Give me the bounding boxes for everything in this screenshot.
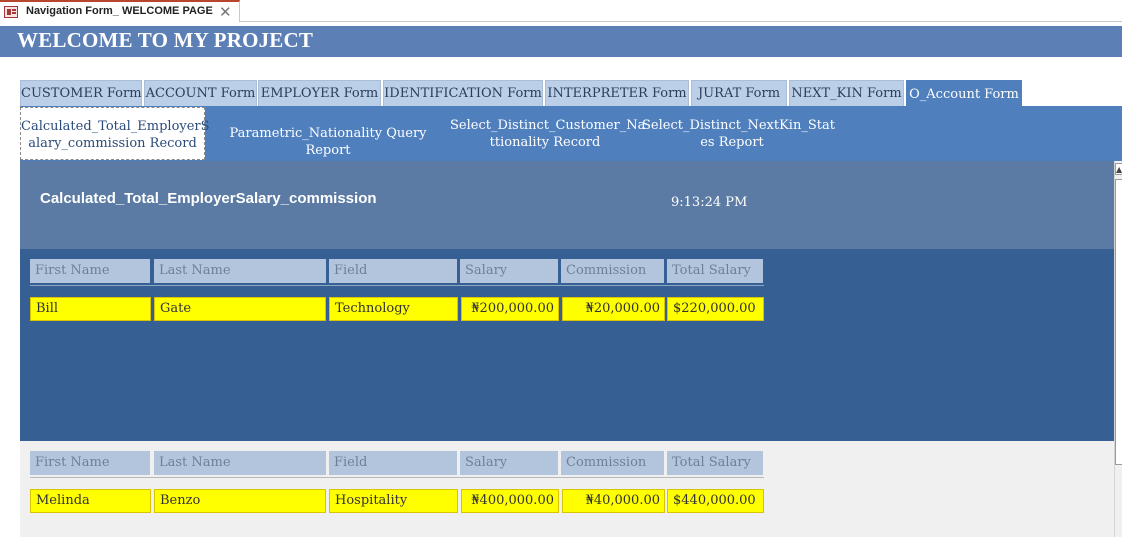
tab-next-kin-form[interactable]: NEXT_KIN Form: [789, 80, 904, 106]
page-title: WELCOME TO MY PROJECT: [17, 28, 314, 52]
tab-account-form[interactable]: ACCOUNT Form: [144, 80, 257, 106]
form-icon: [4, 6, 18, 18]
sub-navigation: Calculated_Total_EmployerS alary_commiss…: [20, 106, 1122, 161]
report-record: First Name Last Name Field Salary Commis…: [20, 441, 1114, 537]
scroll-thumb[interactable]: [1115, 179, 1122, 465]
column-header-salary: Salary: [460, 259, 558, 283]
column-header-salary: Salary: [460, 451, 558, 475]
scroll-up-icon[interactable]: ▲: [1115, 163, 1122, 175]
tab-o-account-form[interactable]: O_Account Form: [906, 80, 1022, 106]
tab-customer-form[interactable]: CUSTOMER Form: [20, 80, 142, 106]
report-time: 9:13:24 PM: [671, 195, 748, 210]
header-band: WELCOME TO MY PROJECT: [0, 26, 1122, 57]
column-header-last-name: Last Name: [154, 259, 326, 283]
header-divider: [30, 477, 764, 478]
vertical-scrollbar[interactable]: ▲: [1114, 161, 1122, 537]
subnav-select-distinct-customer[interactable]: Select_Distinct_Customer_Na ttionality R…: [450, 106, 646, 161]
cell-total-salary[interactable]: $220,000.00: [667, 297, 764, 321]
subnav-select-distinct-nextkin[interactable]: Select_Distinct_NextKin_Stat es Report: [642, 106, 835, 161]
document-tab-strip: Navigation Form_ WELCOME PAGE ✕: [0, 0, 1122, 22]
subnav-label-line1: Calculated_Total_EmployerS: [21, 119, 210, 134]
document-tab-title: Navigation Form_ WELCOME PAGE: [26, 5, 213, 17]
header-divider: [30, 285, 764, 286]
cell-last-name[interactable]: Benzo: [154, 489, 326, 513]
report-header: Calculated_Total_EmployerSalary_commissi…: [20, 161, 1114, 249]
column-header-total-salary: Total Salary: [667, 259, 763, 283]
column-header-first-name: First Name: [30, 451, 150, 475]
subnav-label-line2: ttionality Record: [489, 135, 601, 150]
subnav-calculated-total-employer-salary[interactable]: Calculated_Total_EmployerS alary_commiss…: [20, 107, 210, 160]
subnav-label-line2: alary_commission Record: [28, 136, 197, 151]
cell-commission[interactable]: ₦40,000.00: [562, 489, 665, 513]
cell-salary[interactable]: ₦200,000.00: [461, 297, 559, 321]
report-title: Calculated_Total_EmployerSalary_commissi…: [40, 190, 377, 207]
document-tab[interactable]: Navigation Form_ WELCOME PAGE ✕: [0, 0, 240, 22]
column-header-last-name: Last Name: [154, 451, 326, 475]
cell-last-name[interactable]: Gate: [154, 297, 326, 321]
column-header-first-name: First Name: [30, 259, 150, 283]
column-header-field: Field: [329, 451, 457, 475]
cell-commission[interactable]: ₦20,000.00: [562, 297, 665, 321]
column-header-commission: Commission: [561, 451, 664, 475]
column-header-total-salary: Total Salary: [667, 451, 763, 475]
subnav-label-line1: Parametric_Nationality Query Report: [229, 126, 427, 158]
column-header-commission: Commission: [561, 259, 664, 283]
cell-total-salary[interactable]: $440,000.00: [667, 489, 764, 513]
close-icon[interactable]: ✕: [219, 3, 232, 21]
tab-jurat-form[interactable]: JURAT Form: [691, 80, 787, 106]
subnav-label-line1: Select_Distinct_Customer_Na: [450, 118, 646, 133]
tab-interpreter-form[interactable]: INTERPRETER Form: [545, 80, 689, 106]
subnav-parametric-nationality[interactable]: Parametric_Nationality Query Report: [208, 106, 448, 161]
subnav-label-line1: Select_Distinct_NextKin_Stat: [642, 118, 835, 133]
cell-salary[interactable]: ₦400,000.00: [461, 489, 559, 513]
cell-first-name[interactable]: Melinda: [30, 489, 151, 513]
cell-first-name[interactable]: Bill: [30, 297, 151, 321]
subnav-label-line2: es Report: [700, 135, 764, 150]
cell-field[interactable]: Technology: [329, 297, 458, 321]
tab-employer-form[interactable]: EMPLOYER Form: [258, 80, 381, 106]
report-record: First Name Last Name Field Salary Commis…: [20, 249, 1114, 441]
column-header-field: Field: [329, 259, 457, 283]
cell-field[interactable]: Hospitality: [329, 489, 458, 513]
tab-identification-form[interactable]: IDENTIFICATION Form: [383, 80, 543, 106]
report-view: Calculated_Total_EmployerSalary_commissi…: [20, 161, 1114, 537]
